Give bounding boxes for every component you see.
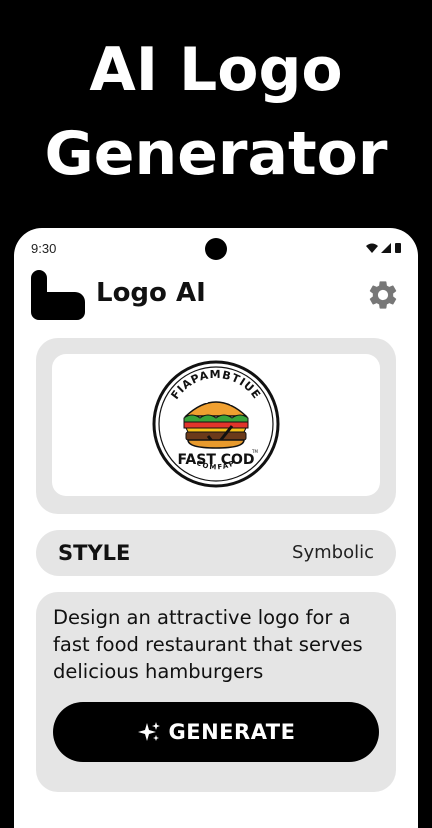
- camera-cutout: [205, 238, 227, 260]
- status-time: 9:30: [31, 241, 57, 256]
- promo-headline: AI Logo Generator: [0, 28, 432, 196]
- phone-screen: 9:30 Logo AI FIAPAMBTIUE FAST COD TM COM…: [14, 228, 418, 828]
- promo-line-1: AI Logo: [89, 35, 343, 105]
- app-logo-icon: [31, 270, 85, 320]
- prompt-card: Design an attractive logo for a fast foo…: [36, 592, 396, 792]
- sparkle-icon: [137, 722, 160, 741]
- battery-icon: [395, 243, 401, 253]
- style-label: STYLE: [58, 541, 131, 565]
- style-value[interactable]: Symbolic: [292, 542, 374, 563]
- logo-preview-card: FIAPAMBTIUE FAST COD TM COMFAP: [36, 338, 396, 514]
- gear-icon[interactable]: [366, 278, 400, 312]
- generate-button[interactable]: GENERATE: [53, 702, 379, 762]
- app-title: Logo AI: [96, 278, 206, 308]
- prompt-input[interactable]: Design an attractive logo for a fast foo…: [53, 604, 383, 685]
- app-bar: Logo AI: [14, 268, 418, 322]
- logo-preview-frame[interactable]: FIAPAMBTIUE FAST COD TM COMFAP: [52, 354, 380, 496]
- signal-icon: [381, 243, 391, 253]
- svg-text:TM: TM: [251, 449, 258, 454]
- generate-button-label: GENERATE: [168, 720, 296, 744]
- promo-line-2: Generator: [44, 119, 388, 189]
- generated-logo-image: FIAPAMBTIUE FAST COD TM COMFAP: [152, 360, 280, 488]
- style-selector[interactable]: STYLE Symbolic: [36, 530, 396, 576]
- wifi-icon: [366, 243, 378, 253]
- status-icons: [366, 243, 401, 253]
- status-bar: 9:30: [14, 228, 418, 260]
